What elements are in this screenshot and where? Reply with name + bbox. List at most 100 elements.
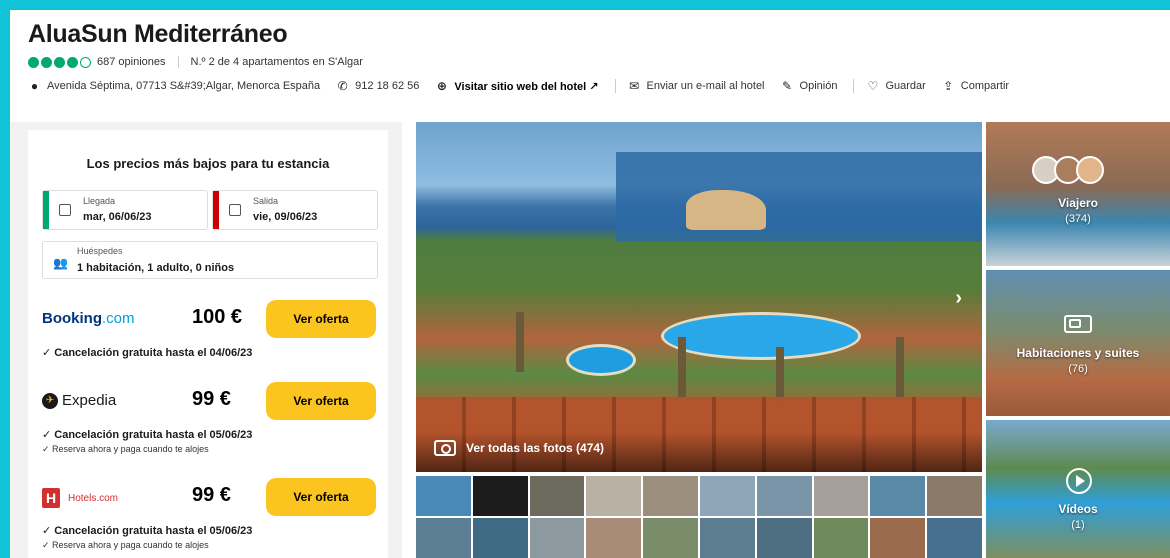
- hotelscom-logo[interactable]: H Hotels.com: [42, 488, 118, 508]
- hotels-h-icon: H: [42, 488, 60, 508]
- photo-thumbnail[interactable]: [416, 518, 471, 558]
- guests-field[interactable]: 👥 Huéspedes 1 habitación, 1 adulto, 0 ni…: [42, 241, 378, 279]
- videos-tile[interactable]: Vídeos (1): [986, 420, 1170, 558]
- location-pin-icon: ●: [30, 78, 39, 93]
- hotel-title: AluaSun Mediterráneo: [28, 20, 288, 48]
- photo-thumbnail[interactable]: [699, 518, 755, 558]
- envelope-icon: ✉: [628, 78, 640, 93]
- photo-thumbnail[interactable]: [586, 476, 642, 516]
- write-review-label: Opinión: [799, 80, 838, 92]
- bed-icon: [1064, 315, 1092, 333]
- divider: [614, 79, 616, 93]
- traveler-photos-tile[interactable]: Viajero (374): [986, 122, 1170, 266]
- booking-logo[interactable]: Booking.com: [42, 310, 135, 327]
- photo-thumbnail[interactable]: [870, 518, 926, 558]
- chevron-right-icon[interactable]: ›: [955, 287, 962, 310]
- traveler-count: (374): [1065, 213, 1091, 225]
- share-icon: ⇪: [943, 78, 954, 93]
- checkin-label: Llegada: [83, 196, 116, 206]
- phone-link[interactable]: ✆ 912 18 62 56: [336, 79, 420, 93]
- photo-thumbnail[interactable]: [472, 476, 528, 516]
- people-icon: 👥: [53, 256, 68, 270]
- calendar-icon: [229, 204, 241, 216]
- checkout-color-bar: [213, 191, 219, 229]
- offer-price: 99 €: [192, 484, 231, 506]
- plane-icon: ✈: [42, 392, 58, 409]
- photo-pool: [566, 344, 636, 376]
- photo-thumbnail[interactable]: [643, 476, 698, 516]
- play-icon: [1066, 468, 1092, 494]
- photo-thumbnail[interactable]: [643, 518, 698, 558]
- globe-icon: ⊕: [436, 78, 447, 93]
- rating-bubbles[interactable]: [28, 56, 91, 68]
- hotel-page: AluaSun Mediterráneo 687 opiniones N.º 2…: [10, 10, 1170, 558]
- photo-thumbnail[interactable]: [927, 518, 982, 558]
- photo-thumbnail[interactable]: [472, 518, 528, 558]
- free-cancellation-text: ✓ Cancelación gratuita hasta el 05/06/23: [42, 525, 253, 537]
- rooms-count: (76): [1068, 363, 1088, 375]
- pay-later-note: ✓ Reserva ahora y paga cuando te alojes: [42, 444, 209, 454]
- rating-bubble-empty-icon: [80, 56, 91, 68]
- checkout-label: Salida: [253, 196, 279, 206]
- rating-bubble-icon: [28, 56, 39, 68]
- traveler-avatars-icon: [1032, 156, 1104, 184]
- free-cancellation-text: ✓ Cancelación gratuita hasta el 05/06/23: [42, 429, 253, 441]
- photo-thumbnail[interactable]: [927, 476, 982, 516]
- videos-count: (1): [1071, 519, 1085, 531]
- view-all-photos-button[interactable]: Ver todas las fotos (474): [434, 440, 604, 456]
- photo-cliff: [686, 190, 766, 230]
- photo-thumbnail[interactable]: [756, 518, 812, 558]
- offer-price: 100 €: [192, 306, 243, 328]
- photo-palm: [896, 337, 904, 397]
- view-all-photos-label: Ver todas las fotos (474): [466, 441, 605, 455]
- pencil-icon: ✎: [781, 78, 793, 93]
- website-text: Visitar sitio web del hotel ↗: [454, 80, 599, 93]
- email-text: Enviar un e-mail al hotel: [646, 80, 765, 92]
- photo-thumbnail[interactable]: [813, 476, 869, 516]
- ranking-link[interactable]: N.º 2 de 4 apartamentos en S'Algar: [191, 56, 363, 68]
- view-offer-button[interactable]: Ver oferta: [266, 382, 376, 420]
- expedia-logo[interactable]: ✈ Expedia: [42, 392, 116, 409]
- reviews-count-link[interactable]: 687 opiniones: [97, 56, 166, 68]
- checkin-color-bar: [43, 191, 49, 229]
- checkout-date-field[interactable]: Salida vie, 09/06/23: [212, 190, 378, 230]
- rating-bubble-icon: [54, 56, 65, 68]
- share-button[interactable]: ⇪ Compartir: [942, 78, 1010, 93]
- view-offer-button[interactable]: Ver oferta: [266, 300, 376, 338]
- save-button[interactable]: ♡ Guardar: [866, 78, 926, 93]
- videos-label: Vídeos: [1058, 502, 1098, 516]
- photo-thumbnail[interactable]: [416, 476, 471, 516]
- photo-thumbnail[interactable]: [870, 476, 926, 516]
- address-link[interactable]: ● Avenida Séptima, 07713 S&#39;Algar, Me…: [28, 78, 321, 93]
- email-link[interactable]: ✉ Enviar un e-mail al hotel: [628, 78, 765, 93]
- write-review-button[interactable]: ✎ Opinión: [781, 78, 838, 93]
- rooms-photos-tile[interactable]: Habitaciones y suites (76): [986, 270, 1170, 416]
- price-panel: Los precios más bajos para tu estancia L…: [10, 122, 402, 558]
- photo-thumbnail[interactable]: [586, 518, 642, 558]
- rating-bubble-icon: [41, 56, 52, 68]
- checkin-value: mar, 06/06/23: [83, 211, 152, 223]
- price-panel-title: Los precios más bajos para tu estancia: [86, 156, 330, 171]
- main-photo[interactable]: › Ver todas las fotos (474): [416, 122, 982, 472]
- photo-thumbnail[interactable]: [699, 476, 755, 516]
- divider: [853, 79, 855, 93]
- photo-thumbnail[interactable]: [529, 518, 585, 558]
- free-cancellation-text: ✓ Cancelación gratuita hasta el 04/06/23: [42, 347, 253, 359]
- photo-thumbnail[interactable]: [529, 476, 585, 516]
- thumbnail-strip: [416, 476, 982, 558]
- checkout-value: vie, 09/06/23: [253, 211, 318, 223]
- camera-icon: [434, 440, 456, 456]
- guests-label: Huéspedes: [77, 246, 123, 256]
- guests-value: 1 habitación, 1 adulto, 0 niños: [77, 262, 235, 274]
- view-offer-button[interactable]: Ver oferta: [266, 478, 376, 516]
- share-label: Compartir: [960, 80, 1010, 92]
- calendar-icon: [59, 204, 71, 216]
- checkin-date-field[interactable]: Llegada mar, 06/06/23: [42, 190, 208, 230]
- pay-later-note: ✓ Reserva ahora y paga cuando te alojes: [42, 540, 209, 550]
- photo-thumbnail[interactable]: [813, 518, 869, 558]
- avatar: [1076, 156, 1104, 184]
- heart-icon: ♡: [867, 78, 879, 93]
- website-link[interactable]: ⊕ Visitar sitio web del hotel ↗: [435, 78, 599, 93]
- address-text: Avenida Séptima, 07713 S&#39;Algar, Meno…: [47, 80, 321, 92]
- photo-thumbnail[interactable]: [756, 476, 812, 516]
